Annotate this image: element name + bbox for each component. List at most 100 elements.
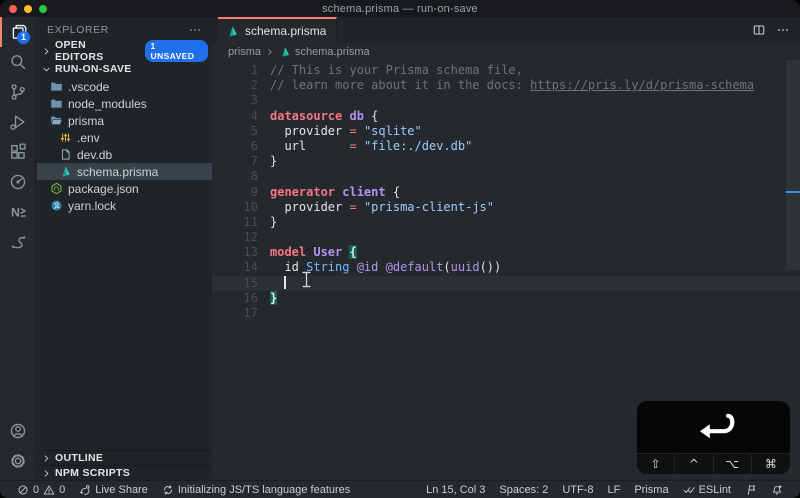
command-key: ⌘: [751, 454, 790, 474]
more-actions-icon[interactable]: [776, 23, 790, 37]
status-encoding[interactable]: UTF-8: [555, 481, 600, 498]
tree-item-yarn-lock[interactable]: yarn.lock: [37, 197, 212, 214]
status-ts-init[interactable]: Initializing JS/TS language features: [155, 481, 357, 498]
run-debug-icon: [9, 113, 27, 131]
status-eslint[interactable]: ESLint: [676, 481, 738, 498]
activity-item-extensions[interactable]: [0, 137, 35, 167]
breadcrumb-file[interactable]: schema.prisma: [279, 46, 370, 58]
activity-item-settings[interactable]: [0, 446, 35, 476]
status-text: LF: [607, 483, 621, 496]
line-number: 13: [243, 245, 258, 260]
open-editors-section[interactable]: OPEN EDITORS 1 UNSAVED: [37, 39, 212, 63]
live-share-icon: [79, 484, 91, 496]
line-number: 17: [243, 306, 258, 320]
tab-label: schema.prisma: [245, 24, 327, 38]
activity-bar: 1N: [0, 17, 36, 480]
sidebar-more-actions-button[interactable]: [188, 23, 202, 37]
tree-item-label: schema.prisma: [77, 164, 159, 179]
workspace-label: RUN-ON-SAVE: [55, 63, 132, 75]
bell-icon: [771, 484, 783, 496]
tree-item-label: prisma: [68, 113, 105, 128]
double-check-icon: [683, 484, 695, 496]
close-window-button[interactable]: [9, 5, 17, 13]
tree-item-label: .vscode: [68, 79, 110, 94]
tree-item-label: package.json: [68, 181, 139, 196]
code-line-5: 5 provider = "sqlite": [212, 124, 800, 139]
tree-item-schema-prisma[interactable]: schema.prisma: [37, 163, 212, 180]
status-eol[interactable]: LF: [601, 481, 628, 498]
unsaved-badge: 1 UNSAVED: [144, 40, 208, 62]
tab-bar: schema.prisma: [212, 17, 800, 43]
account-icon: [9, 422, 27, 440]
activity-item-search[interactable]: [0, 47, 35, 77]
breadcrumb-folder[interactable]: prisma: [228, 46, 261, 58]
nx-icon: N: [9, 203, 27, 221]
npm-scripts-section[interactable]: NPM SCRIPTS: [37, 465, 212, 480]
activity-item-run-debug[interactable]: [0, 107, 35, 137]
status-language-mode[interactable]: Prisma: [627, 481, 675, 498]
code-line-8: 8: [212, 169, 800, 184]
chevron-right-icon: [41, 468, 52, 479]
activity-item-source-control[interactable]: [0, 77, 35, 107]
activity-item-extension-swoosh[interactable]: [0, 227, 35, 257]
explorer-sidebar: EXPLORER OPEN EDITORS 1 UNSAVED RUN-ON-S…: [37, 17, 212, 480]
file-icon: [59, 148, 72, 161]
status-problems[interactable]: 00: [10, 481, 72, 498]
line-number: 5: [250, 123, 258, 138]
scrollbar[interactable]: [786, 60, 800, 270]
activity-item-account[interactable]: [0, 416, 35, 446]
sidebar-title: EXPLORER: [47, 23, 109, 36]
status-text: Initializing JS/TS language features: [177, 483, 351, 496]
code-line-11: 11}: [212, 215, 800, 230]
activity-badge: 1: [17, 31, 30, 44]
minimize-window-button[interactable]: [24, 5, 32, 13]
tree-item-node-modules[interactable]: node_modules: [37, 95, 212, 112]
chevron-down-icon: [41, 64, 52, 75]
code-line-13: 13 model User {: [212, 245, 800, 260]
sync-icon: [162, 484, 174, 496]
line-number: 12: [243, 230, 258, 245]
overview-ruler-cursor: [786, 191, 800, 193]
status-text: Prisma: [634, 483, 669, 496]
tab-schema-prisma[interactable]: schema.prisma: [218, 17, 337, 43]
chevron-right-icon: [41, 468, 52, 479]
split-editor-icon[interactable]: [752, 23, 766, 37]
tree-item-label: node_modules: [68, 96, 147, 111]
status-text: ESLint: [698, 483, 731, 496]
tree-item-dev-db[interactable]: dev.db: [37, 146, 212, 163]
chevron-right-icon: [41, 453, 52, 464]
status-notifications[interactable]: [764, 481, 790, 498]
text-cursor: [284, 275, 286, 289]
outline-section[interactable]: OUTLINE: [37, 450, 212, 465]
split-editor-icon: [752, 23, 766, 37]
status-bar: 0 0 Live Share Initializing JS/TS language …: [0, 480, 800, 498]
line-number: 14: [243, 260, 258, 275]
status-indentation[interactable]: Spaces: 2: [492, 481, 555, 498]
chevron-right-icon: [41, 453, 52, 464]
swoosh-icon: [9, 233, 27, 251]
workspace-section[interactable]: RUN-ON-SAVE: [37, 60, 212, 78]
search-icon: [9, 53, 27, 71]
status-text: Spaces: 2: [499, 483, 549, 496]
activity-item-explorer[interactable]: 1: [0, 17, 35, 47]
tree-item-label: yarn.lock: [68, 198, 117, 213]
code-line-15: 15: [212, 275, 800, 291]
code-line-2: 2// learn more about it in the docs: htt…: [212, 78, 800, 93]
tree-item-prisma[interactable]: prisma: [37, 112, 212, 129]
tree-item--env[interactable]: .env: [37, 129, 212, 146]
return-key-icon: [637, 401, 790, 453]
activity-item-extension-n[interactable]: N: [0, 197, 35, 227]
status-cursor-position[interactable]: Ln 15, Col 3: [419, 481, 492, 498]
outline-label: OUTLINE: [55, 452, 104, 464]
tree-item--vscode[interactable]: .vscode: [37, 78, 212, 95]
status-live-share[interactable]: Live Share: [72, 481, 155, 498]
gear-icon: [9, 452, 27, 470]
chevron-right-icon: [41, 46, 52, 57]
status-feedback[interactable]: [738, 481, 764, 498]
control-key: ^: [675, 454, 714, 474]
tree-item-package-json[interactable]: package.json: [37, 180, 212, 197]
zoom-window-button[interactable]: [39, 5, 47, 13]
line-number: 10: [243, 199, 258, 214]
activity-item-extension-clock[interactable]: [0, 167, 35, 197]
line-number: 9: [250, 184, 258, 199]
